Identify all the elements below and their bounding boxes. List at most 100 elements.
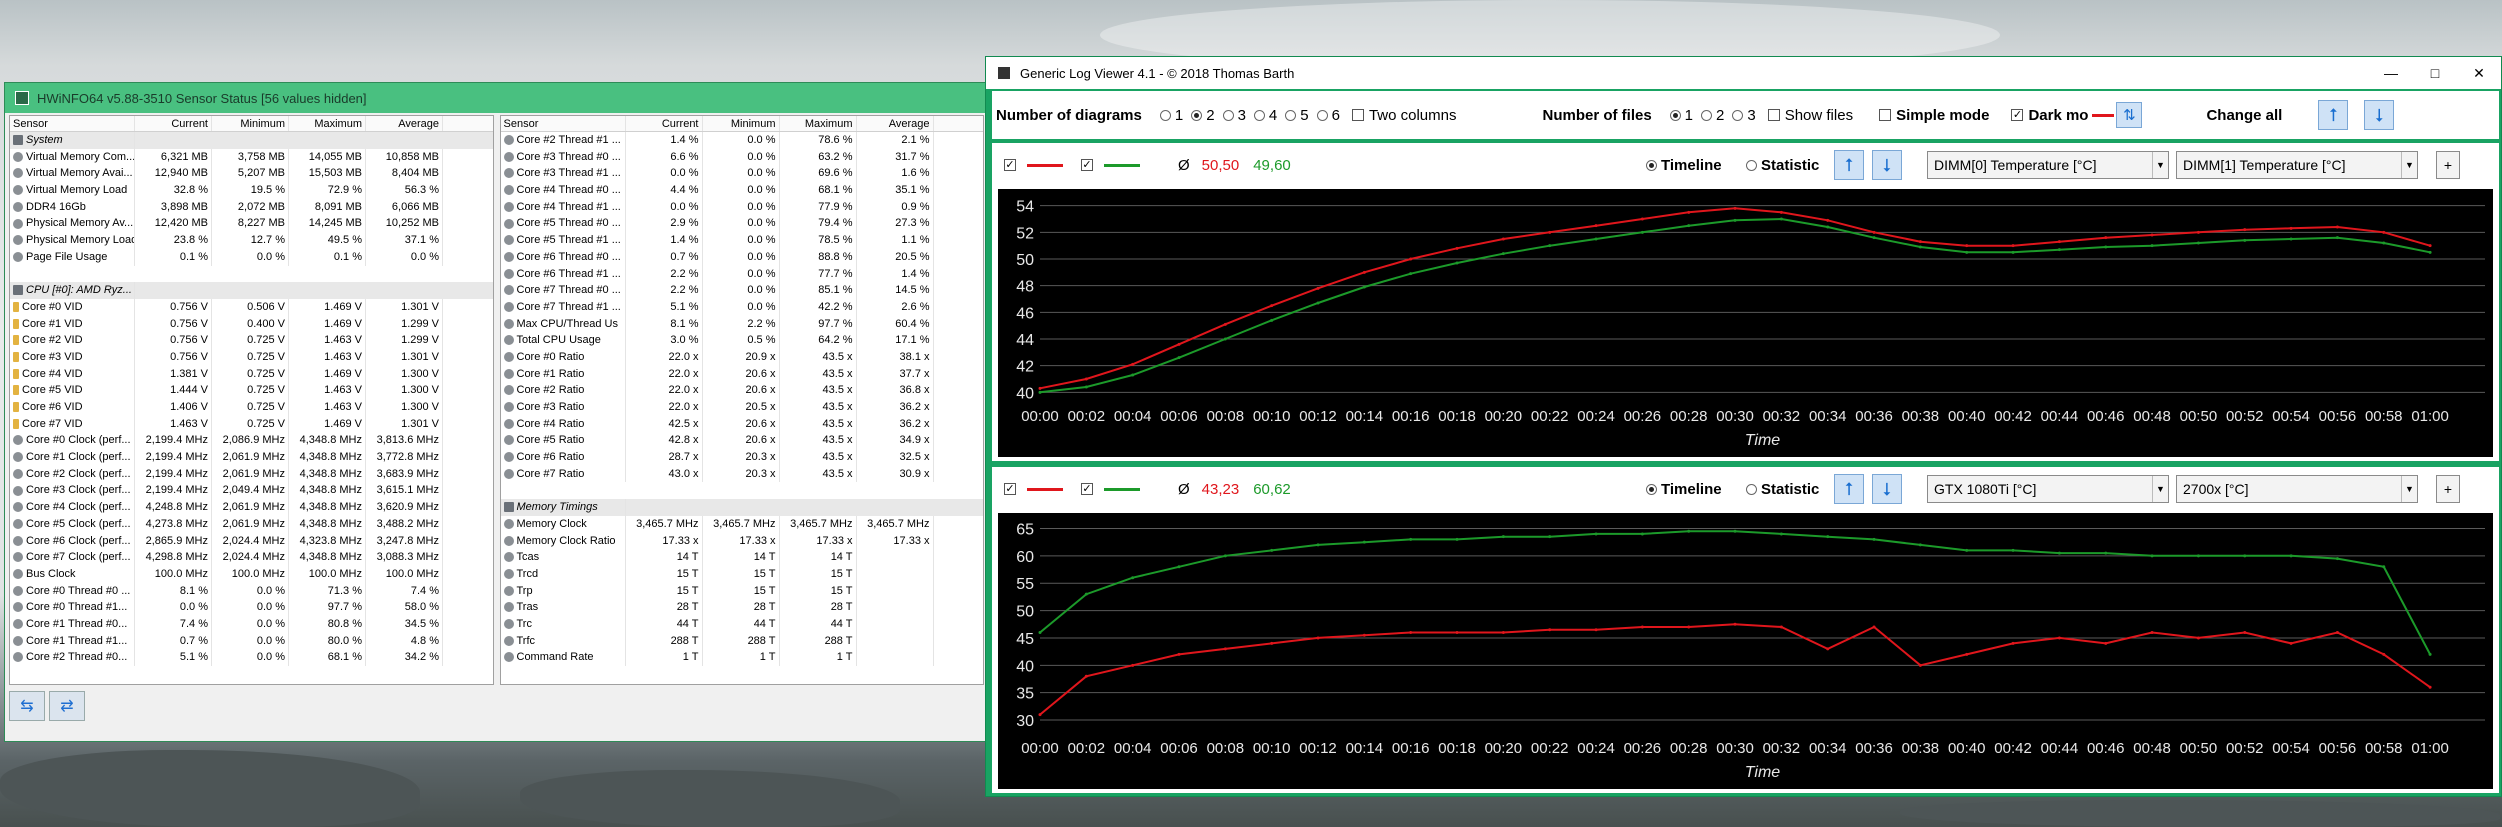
sensor-row[interactable]: Core #2 Thread #0... 5.1 % 0.0 % 68.1 % 34.2… — [10, 649, 493, 666]
sensor-row[interactable]: Trcd 15 T 15 T 15 T — [501, 565, 984, 583]
diagram-count-radio[interactable] — [1159, 110, 1171, 122]
sensor-row[interactable]: Core #4 Thread #0 ... 4.4 % 0.0 % 68.1 % 35.… — [501, 182, 984, 199]
sensor-row[interactable]: Core #5 VID 1.444 V 0.725 V 1.463 V 1.300 V — [10, 382, 493, 399]
move-up-icon[interactable]: ⭡ — [1834, 474, 1864, 504]
chart-1[interactable]: 40 42 44 46 48 50 52 54 00:00 00:02 00:04 00:06 00:0… — [998, 189, 2493, 457]
minimize-icon[interactable]: — — [2369, 57, 2413, 89]
column-header[interactable]: Sensor — [501, 116, 626, 131]
series-red-checkbox[interactable]: ✓ — [1004, 159, 1016, 171]
sensor-row[interactable]: Core #1 Ratio 22.0 x 20.6 x 43.5 x 37.7 x — [501, 365, 984, 383]
sensor-row[interactable]: Core #5 Thread #0 ... 2.9 % 0.0 % 79.4 % 27.… — [501, 215, 984, 233]
statistic-radio[interactable] — [1746, 484, 1757, 496]
series-red-swatch[interactable] — [1027, 163, 1063, 167]
sensor-row[interactable]: Memory Clock Ratio 17.33 x 17.33 x 17.33 x1… — [501, 532, 984, 550]
sensor-row[interactable]: Core #7 Thread #1 ... 5.1 % 0.0 % 42.2 % 2.6… — [501, 298, 984, 316]
sensor-row[interactable]: Core #4 VID 1.381 V 0.725 V 1.469 V 1.300 V — [10, 365, 493, 383]
sensor-row[interactable]: Memory Clock 3,465.7 MHz 3,465.7 MHz 3,465.… — [501, 515, 984, 533]
file-count-radio[interactable] — [1669, 110, 1681, 122]
sensor-row[interactable]: Core #3 Thread #0 ... 6.6 % 0.0 % 63.2 % 31.… — [501, 148, 984, 166]
sensor-row[interactable]: Core #2 VID 0.756 V 0.725 V 1.463 V 1.299 V — [10, 332, 493, 349]
sensor-row[interactable]: Page File Usage 0.1 % 0.0 % 0.1 % 0.0 % — [10, 248, 493, 266]
column-header[interactable]: Maximum — [780, 116, 857, 131]
sensor-row[interactable]: Max CPU/Thread Us 8.1 % 2.2 % 97.7 % 60.4 % — [501, 315, 984, 333]
two-columns-checkbox[interactable] — [1351, 109, 1364, 121]
sensor-row[interactable]: Core #2 Clock (perf... 2,199.4 MHz 2,061.9… — [10, 465, 493, 483]
sensor-row[interactable]: Trc 44 T 44 T 44 T — [501, 615, 984, 633]
series-green-checkbox[interactable]: ✓ — [1081, 159, 1093, 171]
series-red-swatch[interactable] — [1027, 487, 1063, 491]
hwinfo-titlebar[interactable]: HWiNFO64 v5.88-3510 Sensor Status [56 va… — [5, 83, 988, 113]
move-up-icon[interactable]: ⭡ — [1834, 150, 1864, 180]
close-icon[interactable]: ✕ — [2457, 57, 2501, 89]
sensor-row[interactable]: Core #0 Clock (perf... 2,199.4 MHz 2,086.9… — [10, 432, 493, 450]
sensor-row[interactable]: Physical Memory Load 23.8 % 12.7 % 49.5 % 37… — [10, 232, 493, 249]
column-header[interactable]: Current — [135, 116, 212, 131]
file-count-radio[interactable] — [1732, 110, 1744, 122]
column-header[interactable]: Average — [366, 116, 443, 131]
sensor-row[interactable]: Core #0 Thread #1... 0.0 % 0.0 % 97.7 % 58.0… — [10, 599, 493, 616]
move-down-icon[interactable]: ⭣ — [1872, 474, 1902, 504]
diagram-count-radio[interactable] — [1253, 110, 1265, 122]
arrows-right-left-icon[interactable]: ⇄ — [49, 691, 85, 721]
show-files-checkbox[interactable] — [1767, 109, 1780, 121]
arrows-left-right-icon[interactable]: ⇆ — [9, 691, 45, 721]
sensor-row[interactable]: Core #5 Thread #1 ... 1.4 % 0.0 % 78.5 % 1.1… — [501, 232, 984, 249]
sensor-row[interactable]: Core #6 Thread #0 ... 0.7 % 0.0 % 88.8 % 20.… — [501, 248, 984, 266]
sensor-row[interactable]: Core #6 Thread #1 ... 2.2 % 0.0 % 77.7 % 1.4… — [501, 265, 984, 283]
series-red-checkbox[interactable]: ✓ — [1004, 483, 1016, 495]
sensor-group-row[interactable]: CPU [#0]: AMD Ryz... — [10, 282, 493, 299]
timeline-radio[interactable] — [1646, 484, 1657, 496]
diagram-count-radio[interactable] — [1191, 110, 1203, 122]
sensor-row[interactable]: Core #0 VID 0.756 V 0.506 V 1.469 V 1.301 V — [10, 298, 493, 316]
add-sensor-icon[interactable]: + — [2436, 151, 2460, 179]
sensor-row[interactable]: Core #4 Clock (perf... 4,248.8 MHz 2,061.9… — [10, 499, 493, 516]
statistic-radio[interactable] — [1746, 160, 1757, 172]
sensor-row[interactable]: Core #7 VID 1.463 V 0.725 V 1.469 V 1.301 V — [10, 415, 493, 433]
sensor-row[interactable]: Core #1 Thread #0... 7.4 % 0.0 % 80.8 % 34.5… — [10, 615, 493, 633]
sensor-row[interactable]: Core #1 Clock (perf... 2,199.4 MHz 2,061.9… — [10, 449, 493, 466]
sensor-list-right[interactable]: Sensor Current Minimum Maximum Average Core #… — [499, 115, 984, 685]
sensor-row[interactable]: Virtual Memory Avai... 12,940 MB 5,207 MB 1… — [10, 165, 493, 183]
sensor-group-row[interactable]: System — [10, 132, 493, 149]
sensor-row[interactable]: Core #6 VID 1.406 V 0.725 V 1.463 V 1.300 V — [10, 399, 493, 416]
sensor-list-left[interactable]: Sensor Current Minimum Maximum Average System… — [9, 115, 494, 685]
sensor-row[interactable]: Core #7 Thread #0 ... 2.2 % 0.0 % 85.1 % 14.… — [501, 282, 984, 299]
sensor-row[interactable]: Core #3 Ratio 22.0 x 20.5 x 43.5 x 36.2 x — [501, 399, 984, 416]
sensor-row[interactable]: Core #4 Ratio 42.5 x 20.6 x 43.5 x 36.2 x — [501, 415, 984, 433]
simple-mode-checkbox[interactable] — [1879, 109, 1892, 121]
sensor-row[interactable]: Core #6 Clock (perf... 2,865.9 MHz 2,024.4… — [10, 532, 493, 550]
series-green-swatch[interactable] — [1104, 163, 1140, 167]
sensor-row[interactable]: Core #3 Clock (perf... 2,199.4 MHz 2,049.4… — [10, 482, 493, 500]
sensor-row[interactable]: Tras 28 T 28 T 28 T — [501, 599, 984, 616]
sensor-row[interactable]: Core #4 Thread #1 ... 0.0 % 0.0 % 77.9 % 0.9… — [501, 198, 984, 216]
sensor-row[interactable]: Core #0 Thread #0 ... 8.1 % 0.0 % 71.3 % 7.4… — [10, 582, 493, 600]
column-header[interactable]: Minimum — [703, 116, 780, 131]
sensor-row[interactable]: Core #1 Thread #1... 0.7 % 0.0 % 80.0 % 4.8 … — [10, 632, 493, 650]
sensor-row[interactable]: Core #2 Ratio 22.0 x 20.6 x 43.5 x 36.8 x — [501, 382, 984, 399]
column-header[interactable]: Current — [626, 116, 703, 131]
diagram-count-radio[interactable] — [1285, 110, 1297, 122]
sensor-row[interactable]: Core #2 Thread #1 ... 1.4 % 0.0 % 78.6 % 2.1… — [501, 132, 984, 149]
timeline-radio[interactable] — [1646, 160, 1657, 172]
series-green-checkbox[interactable]: ✓ — [1081, 483, 1093, 495]
sensor-row[interactable]: Core #1 VID 0.756 V 0.400 V 1.469 V 1.299 V — [10, 315, 493, 333]
sensor-row[interactable]: Physical Memory Av... 12,420 MB 8,227 MB 14… — [10, 215, 493, 233]
sensor-row[interactable]: Virtual Memory Load 32.8 % 19.5 % 72.9 % 56.… — [10, 182, 493, 199]
sensor-row[interactable]: Core #3 VID 0.756 V 0.725 V 1.463 V 1.301 V — [10, 348, 493, 366]
swap-colors-icon[interactable]: ⇅ — [2116, 102, 2143, 128]
sensor-group-row[interactable]: Memory Timings — [500, 499, 983, 516]
sensor-row[interactable]: Core #6 Ratio 28.7 x 20.3 x 43.5 x 32.5 x — [501, 449, 984, 466]
sensor-row[interactable]: Core #3 Thread #1 ... 0.0 % 0.0 % 69.6 % 1.6… — [501, 165, 984, 183]
file-count-radio[interactable] — [1701, 110, 1713, 122]
sensor-row[interactable]: Tcas 14 T 14 T 14 T — [501, 549, 984, 566]
sensor-row[interactable]: Trfc 288 T 288 T 288 T — [501, 632, 984, 650]
column-header[interactable]: Minimum — [212, 116, 289, 131]
diagram-count-radio[interactable] — [1222, 110, 1234, 122]
series-green-swatch[interactable] — [1104, 487, 1140, 491]
sensor-row[interactable]: Bus Clock 100.0 MHz 100.0 MHz 100.0 MHz 100.… — [10, 565, 493, 583]
sensor-row[interactable]: Trp 15 T 15 T 15 T — [501, 582, 984, 600]
sensor-row[interactable]: Virtual Memory Com... 6,321 MB 3,758 MB 14,… — [10, 148, 493, 166]
sensor-row[interactable]: Core #5 Ratio 42.8 x 20.6 x 43.5 x 34.9 x — [501, 432, 984, 450]
move-up-icon[interactable]: ⭡ — [2318, 100, 2349, 130]
move-down-icon[interactable]: ⭣ — [1872, 150, 1902, 180]
